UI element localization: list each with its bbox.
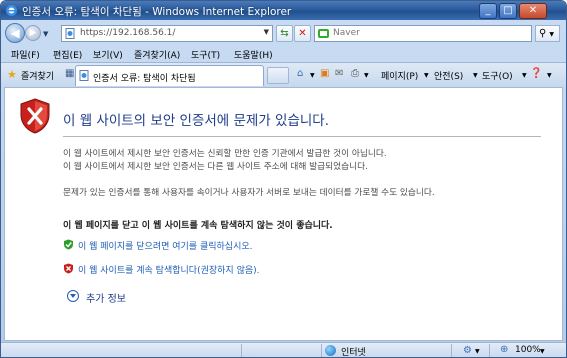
shield-error-icon: [20, 98, 50, 134]
search-placeholder: Naver: [333, 28, 360, 38]
print-icon[interactable]: ⎙: [351, 68, 359, 79]
close-page-link[interactable]: 이 웹 페이지를 닫으려면 여기를 클릭하십시오.: [78, 239, 253, 252]
safety-menu[interactable]: 안전(S): [434, 69, 463, 82]
quick-tabs-icon[interactable]: ▦: [65, 68, 74, 79]
minimize-button[interactable]: _: [479, 3, 497, 19]
back-button[interactable]: ◀: [5, 23, 25, 43]
search-icon: ⚲: [539, 28, 547, 39]
tools-menu[interactable]: 도구(O): [482, 69, 513, 82]
window-title: 인증서 오류: 탐색이 차단됨 - Windows Internet Explo…: [22, 6, 292, 18]
expand-chevron-icon: [67, 290, 79, 302]
tools-dropdown-icon[interactable]: ▼: [522, 72, 527, 79]
page-icon: [79, 70, 89, 81]
tab-title: 인증서 오류: 탐색이 차단됨: [93, 74, 196, 84]
maximize-button[interactable]: □: [499, 3, 517, 19]
close-button[interactable]: ✕: [519, 3, 547, 19]
stop-button[interactable]: ✕: [294, 25, 311, 42]
status-divider: [489, 344, 490, 357]
protected-mode-dropdown-icon[interactable]: ▼: [475, 348, 480, 355]
title-bar[interactable]: 인증서 오류: 탐색이 차단됨 - Windows Internet Explo…: [1, 1, 566, 20]
favorites-star-icon: ★: [7, 68, 17, 81]
page-icon: [65, 28, 75, 39]
help-dropdown-icon[interactable]: ▼: [547, 72, 552, 79]
status-divider: [241, 344, 242, 357]
page-content: 이 웹 사이트의 보안 인증서에 문제가 있습니다. 이 웹 사이트에서 제시한…: [4, 87, 563, 341]
zoom-level[interactable]: 100%: [515, 345, 541, 355]
page-menu[interactable]: 페이지(P): [381, 69, 418, 82]
protected-mode-icon[interactable]: ⚙: [463, 345, 472, 356]
address-row: ◀ ▶ ▼ https://192.168.56.1/ ▼ ⇆ ✕ Naver …: [1, 20, 566, 46]
risk-explanation: 문제가 있는 인증서를 통해 사용자를 속이거나 사용자가 서버로 보내는 데이…: [63, 188, 435, 198]
address-bar[interactable]: https://192.168.56.1/ ▼: [61, 25, 273, 42]
tab-command-bar: ★ 즐겨찾기 ▦ 인증서 오류: 탐색이 차단됨 ⌂ ▼ ▣ ✉ ⎙ ▼ 페이지…: [1, 62, 566, 86]
continue-link[interactable]: 이 웹 사이트를 계속 탐색합니다(권장하지 않음).: [78, 263, 260, 276]
cert-address-warning: 이 웹 사이트에서 제시한 보안 인증서는 다른 웹 사이트 주소에 대해 발급…: [63, 162, 368, 172]
feeds-icon[interactable]: ▣: [320, 68, 329, 79]
help-icon[interactable]: ❓: [530, 68, 542, 79]
address-dropdown-icon[interactable]: ▼: [264, 28, 269, 36]
status-divider: [451, 344, 452, 357]
ie-logo-icon: [6, 5, 17, 16]
menu-tools[interactable]: 도구(T): [191, 48, 220, 61]
naver-icon: [318, 29, 329, 38]
status-bar: 인터넷 ⚙ ▼ ⊕ 100% ▼: [1, 342, 566, 357]
menu-view[interactable]: 보기(V): [93, 48, 123, 61]
internet-zone-icon: [325, 345, 336, 356]
home-icon[interactable]: ⌂: [297, 68, 303, 79]
zoom-icon[interactable]: ⊕: [500, 344, 508, 355]
menu-edit[interactable]: 편집(E): [53, 48, 82, 61]
recent-pages-dropdown[interactable]: ▼: [43, 30, 48, 38]
menu-help[interactable]: 도움말(H): [234, 48, 273, 61]
red-shield-x-icon: [64, 263, 73, 274]
cert-issuer-warning: 이 웹 사이트에서 제시한 보안 인증서는 신뢰할 만한 인증 기관에서 발급한…: [63, 149, 387, 159]
safety-dropdown-icon[interactable]: ▼: [473, 72, 478, 79]
search-input[interactable]: Naver: [314, 25, 532, 42]
page-title: 이 웹 사이트의 보안 인증서에 문제가 있습니다.: [63, 113, 330, 129]
print-dropdown-icon[interactable]: ▼: [364, 72, 369, 79]
favorites-button[interactable]: 즐겨찾기: [21, 69, 54, 82]
menu-file[interactable]: 파일(F): [11, 48, 40, 61]
security-zone[interactable]: 인터넷: [341, 345, 366, 357]
page-dropdown-icon[interactable]: ▼: [424, 72, 429, 79]
browser-window: 인증서 오류: 탐색이 차단됨 - Windows Internet Explo…: [0, 0, 567, 358]
search-button[interactable]: ⚲ ▼: [535, 25, 560, 42]
green-shield-check-icon: [64, 239, 73, 250]
status-divider: [321, 344, 322, 357]
new-tab-button[interactable]: [267, 67, 289, 84]
forward-button[interactable]: ▶: [25, 25, 41, 41]
title-divider: [63, 136, 541, 137]
refresh-button[interactable]: ⇆: [276, 25, 293, 42]
home-dropdown-icon[interactable]: ▼: [310, 72, 315, 79]
zoom-dropdown-icon[interactable]: ▼: [540, 348, 545, 355]
recommendation-text: 이 웹 페이지를 닫고 이 웹 사이트를 계속 탐색하지 않는 것이 좋습니다.: [63, 221, 333, 231]
tab-current[interactable]: 인증서 오류: 탐색이 차단됨: [75, 65, 264, 86]
search-options-dropdown-icon[interactable]: ▼: [549, 31, 554, 38]
menu-bar: 파일(F) 편집(E) 보기(V) 즐겨찾기(A) 도구(T) 도움말(H): [1, 46, 566, 62]
more-info-label: 추가 정보: [86, 294, 126, 305]
mail-icon[interactable]: ✉: [335, 68, 343, 79]
menu-favorites[interactable]: 즐겨찾기(A): [134, 48, 180, 61]
address-url: https://192.168.56.1/: [80, 28, 176, 38]
